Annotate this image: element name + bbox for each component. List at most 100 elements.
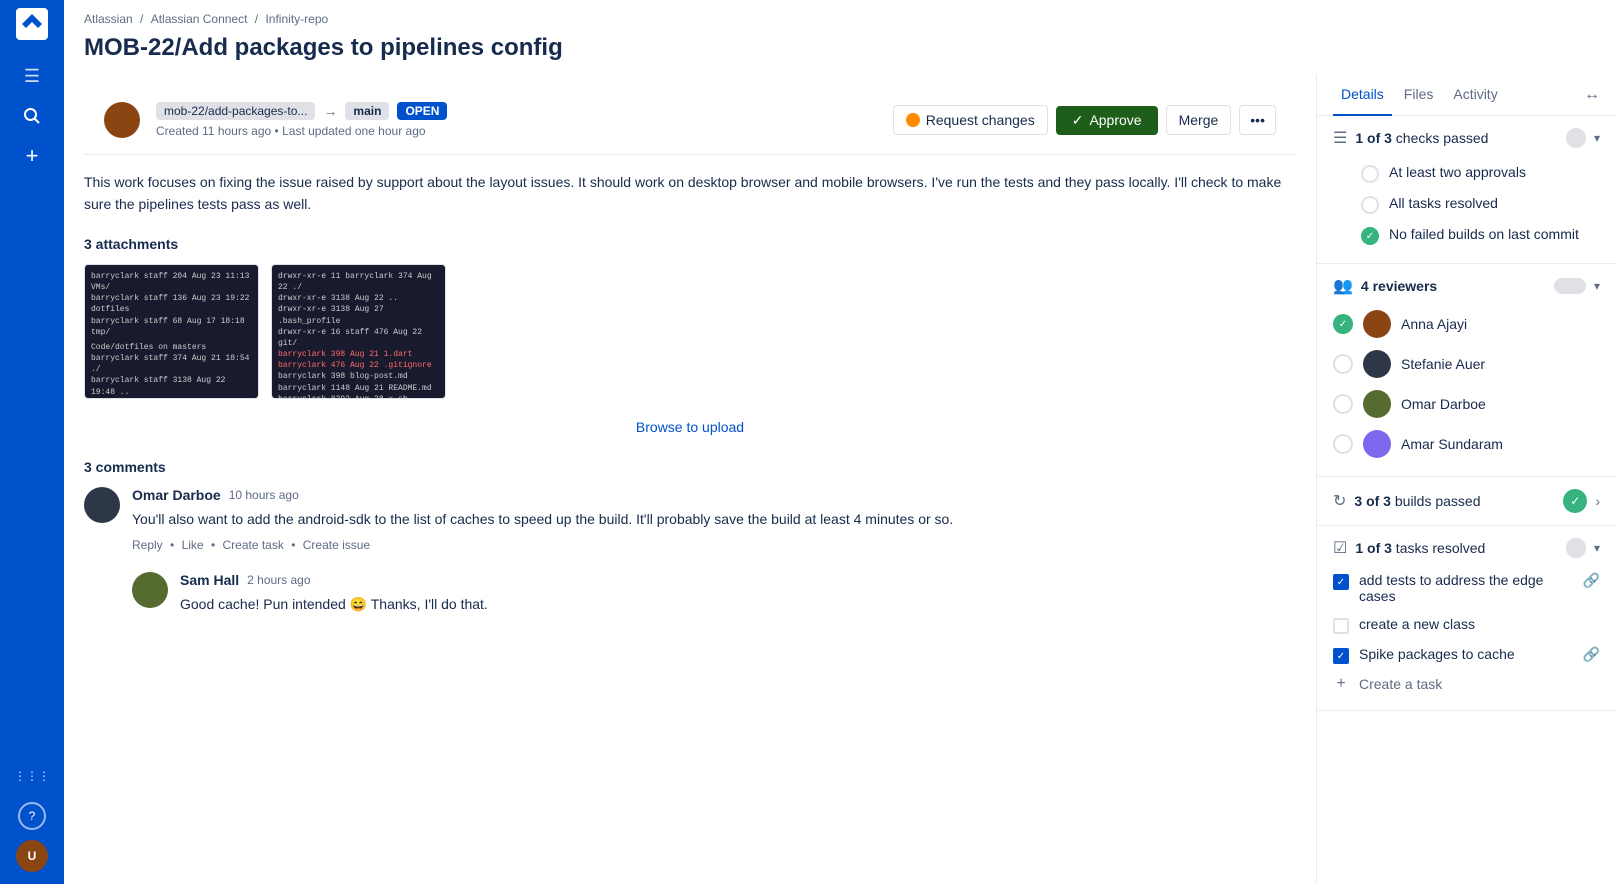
- comment-2-author: Sam Hall: [180, 572, 239, 588]
- check-tasks-circle: [1361, 196, 1379, 214]
- pr-meta-bar: mob-22/add-packages-to... → main OPEN Cr…: [84, 94, 1296, 155]
- reviewer-anna: ✓ Anna Ajayi: [1333, 304, 1600, 344]
- comment-1-like[interactable]: Like: [182, 538, 204, 552]
- comment-1-body: Omar Darboe 10 hours ago You'll also wan…: [132, 487, 1296, 552]
- breadcrumb-sep1: /: [140, 12, 147, 26]
- app-logo[interactable]: [16, 8, 48, 40]
- attachment-2[interactable]: drwxr-xr-e 11 barryclark 374 Aug 22 ./ d…: [271, 264, 446, 399]
- reviewers-chevron-icon[interactable]: ▾: [1594, 279, 1600, 293]
- merge-button[interactable]: Merge: [1166, 105, 1232, 135]
- apps-icon[interactable]: ⋮⋮⋮: [14, 758, 50, 794]
- task-3-checkbox[interactable]: ✓: [1333, 648, 1349, 664]
- left-navigation: ☰ + ⋮⋮⋮ ? U: [0, 0, 64, 884]
- reviewers-toggle[interactable]: [1554, 278, 1586, 294]
- tab-activity[interactable]: Activity: [1445, 74, 1505, 116]
- action-buttons: Request changes ✓ Approve Merge •••: [893, 105, 1276, 135]
- comment-1-avatar: [84, 487, 120, 523]
- comment-2-header: Sam Hall 2 hours ago: [180, 572, 1296, 588]
- task-1-link-icon[interactable]: 🔗: [1583, 572, 1600, 589]
- pr-status-badge: OPEN: [397, 102, 447, 120]
- comment-1-actions: Reply • Like • Create task • Create issu…: [132, 538, 1296, 552]
- pr-dates: Created 11 hours ago • Last updated one …: [156, 124, 447, 138]
- page-title: MOB-22/Add packages to pipelines config: [64, 30, 1616, 74]
- checks-status-indicator: [1566, 128, 1586, 148]
- reviewer-amar-name: Amar Sundaram: [1401, 436, 1503, 452]
- request-changes-button[interactable]: Request changes: [893, 105, 1048, 135]
- builds-refresh-icon: ↻: [1333, 491, 1346, 511]
- panel-expand-icon[interactable]: ↔: [1584, 86, 1600, 104]
- checks-label: 1 of 3 checks passed: [1355, 130, 1558, 146]
- comment-2-text: Good cache! Pun intended 😄 Thanks, I'll …: [180, 594, 1296, 615]
- checks-list-icon: ☰: [1333, 128, 1347, 148]
- reviewer-amar-avatar: [1363, 430, 1391, 458]
- attachment-1[interactable]: barryclark staff 204 Aug 23 11:13 VMs/ b…: [84, 264, 259, 399]
- browse-upload[interactable]: Browse to upload: [84, 419, 1296, 435]
- reviewer-stefanie-avatar: [1363, 350, 1391, 378]
- create-task-label: Create a task: [1359, 676, 1442, 692]
- task-2-checkbox[interactable]: [1333, 618, 1349, 634]
- tasks-list: ✓ add tests to address the edge cases 🔗 …: [1333, 566, 1600, 698]
- target-branch-badge: main: [345, 102, 389, 120]
- create-task-button[interactable]: + Create a task: [1333, 670, 1600, 698]
- task-1-checkbox[interactable]: ✓: [1333, 574, 1349, 590]
- builds-label: 3 of 3 builds passed: [1354, 493, 1555, 509]
- approve-button[interactable]: ✓ Approve: [1056, 106, 1158, 135]
- task-1-text: add tests to address the edge cases: [1359, 572, 1573, 604]
- author-avatar: [104, 102, 140, 138]
- checks-chevron-icon[interactable]: ▾: [1594, 131, 1600, 145]
- builds-header: ↻ 3 of 3 builds passed ✓ ›: [1333, 489, 1600, 513]
- comment-1-header: Omar Darboe 10 hours ago: [132, 487, 1296, 503]
- reviewer-omar-avatar: [1363, 390, 1391, 418]
- approve-check-icon: ✓: [1072, 112, 1084, 129]
- tasks-label: 1 of 3 tasks resolved: [1355, 540, 1558, 556]
- menu-icon[interactable]: ☰: [14, 58, 50, 94]
- task-1: ✓ add tests to address the edge cases 🔗: [1333, 566, 1600, 610]
- task-3: ✓ Spike packages to cache 🔗: [1333, 640, 1600, 670]
- comment-1: Omar Darboe 10 hours ago You'll also wan…: [84, 487, 1296, 552]
- builds-check-icon: ✓: [1563, 489, 1587, 513]
- reviewer-anna-check: ✓: [1333, 314, 1353, 334]
- create-icon[interactable]: +: [14, 138, 50, 174]
- check-item-builds: ✓ No failed builds on last commit: [1361, 220, 1600, 251]
- breadcrumb-repo[interactable]: Infinity-repo: [265, 12, 328, 26]
- source-branch-badge: mob-22/add-packages-to...: [156, 102, 315, 120]
- branch-row: mob-22/add-packages-to... → main OPEN: [156, 102, 447, 120]
- pr-description: This work focuses on fixing the issue ra…: [84, 171, 1296, 216]
- check-tasks-text: All tasks resolved: [1389, 195, 1498, 211]
- comment-1-reply[interactable]: Reply: [132, 538, 163, 552]
- breadcrumb-sep2: /: [255, 12, 262, 26]
- breadcrumb-connect[interactable]: Atlassian Connect: [151, 12, 248, 26]
- reviewer-stefanie-name: Stefanie Auer: [1401, 356, 1485, 372]
- pr-content: mob-22/add-packages-to... → main OPEN Cr…: [64, 74, 1316, 884]
- attachments-title: 3 attachments: [84, 236, 1296, 252]
- help-icon[interactable]: ?: [18, 802, 46, 830]
- tasks-chevron-icon[interactable]: ▾: [1594, 541, 1600, 555]
- comment-2: Sam Hall 2 hours ago Good cache! Pun int…: [84, 572, 1296, 623]
- content-wrapper: mob-22/add-packages-to... → main OPEN Cr…: [64, 74, 1616, 884]
- more-button[interactable]: •••: [1239, 105, 1276, 135]
- comment-2-body: Sam Hall 2 hours ago Good cache! Pun int…: [180, 572, 1296, 623]
- check-items-list: At least two approvals All tasks resolve…: [1333, 158, 1600, 251]
- checks-section: ☰ 1 of 3 checks passed ▾ At least two ap…: [1317, 116, 1616, 264]
- builds-arrow-icon[interactable]: ›: [1595, 493, 1600, 509]
- user-avatar-nav[interactable]: U: [16, 840, 48, 872]
- tab-files[interactable]: Files: [1396, 74, 1442, 116]
- branch-info: mob-22/add-packages-to... → main OPEN Cr…: [156, 102, 447, 138]
- panel-tabs: Details Files Activity ↔: [1317, 74, 1616, 116]
- comment-1-author: Omar Darboe: [132, 487, 221, 503]
- search-icon[interactable]: [14, 98, 50, 134]
- comment-1-create-task[interactable]: Create task: [222, 538, 283, 552]
- task-3-link-icon[interactable]: 🔗: [1583, 646, 1600, 663]
- comment-1-create-issue[interactable]: Create issue: [303, 538, 370, 552]
- reviewer-omar: Omar Darboe: [1333, 384, 1600, 424]
- breadcrumb-atlassian[interactable]: Atlassian: [84, 12, 133, 26]
- attachments-section: 3 attachments barryclark staff 204 Aug 2…: [84, 236, 1296, 399]
- comment-1-time: 10 hours ago: [229, 488, 299, 502]
- comment-2-time: 2 hours ago: [247, 573, 310, 587]
- reviewers-icon: 👥: [1333, 276, 1353, 296]
- tab-details[interactable]: Details: [1333, 74, 1392, 116]
- comment-2-avatar: [132, 572, 168, 608]
- check-approvals-text: At least two approvals: [1389, 164, 1526, 180]
- check-builds-circle: ✓: [1361, 227, 1379, 245]
- tasks-section: ☑ 1 of 3 tasks resolved ▾ ✓ add tests to…: [1317, 526, 1616, 711]
